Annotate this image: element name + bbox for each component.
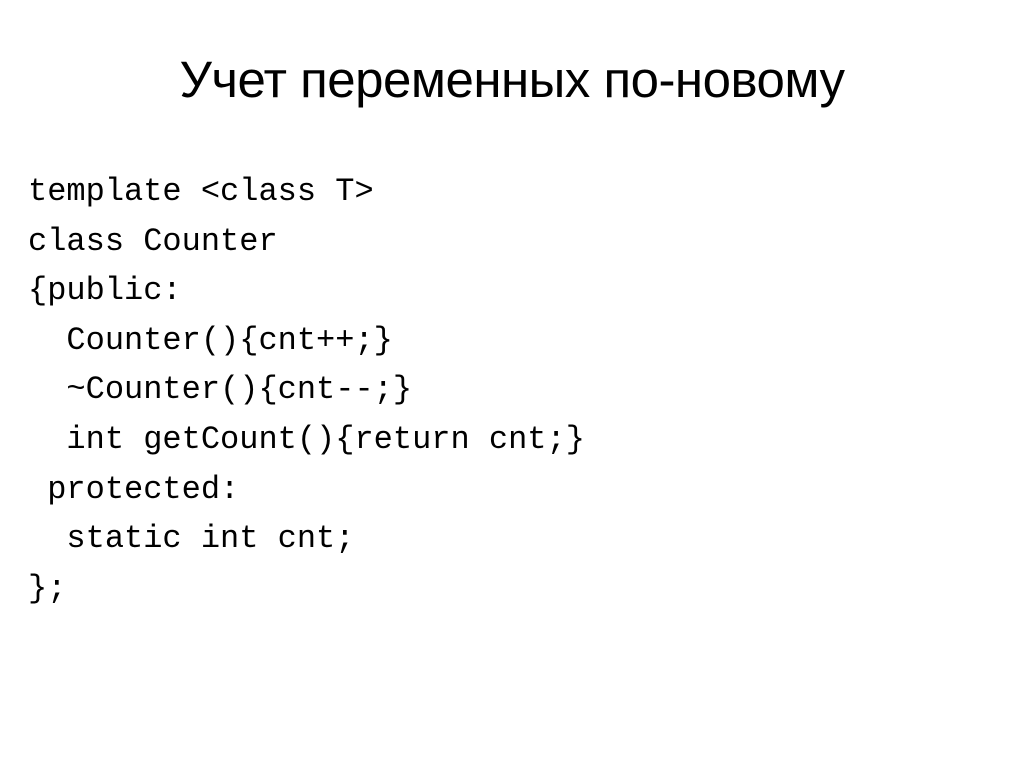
slide-container: Учет переменных по-новому template <clas…: [0, 0, 1024, 768]
code-line: ~Counter(){cnt--;}: [28, 371, 412, 408]
code-line: protected:: [28, 471, 239, 508]
code-block: template <class T> class Counter {public…: [20, 167, 1004, 613]
code-line: static int cnt;: [28, 520, 354, 557]
code-line: };: [28, 570, 66, 607]
code-line: template <class T>: [28, 173, 374, 210]
code-line: Counter(){cnt++;}: [28, 322, 393, 359]
code-line: class Counter: [28, 223, 278, 260]
code-line: {public:: [28, 272, 182, 309]
slide-title: Учет переменных по-новому: [20, 50, 1004, 109]
code-line: int getCount(){return cnt;}: [28, 421, 585, 458]
